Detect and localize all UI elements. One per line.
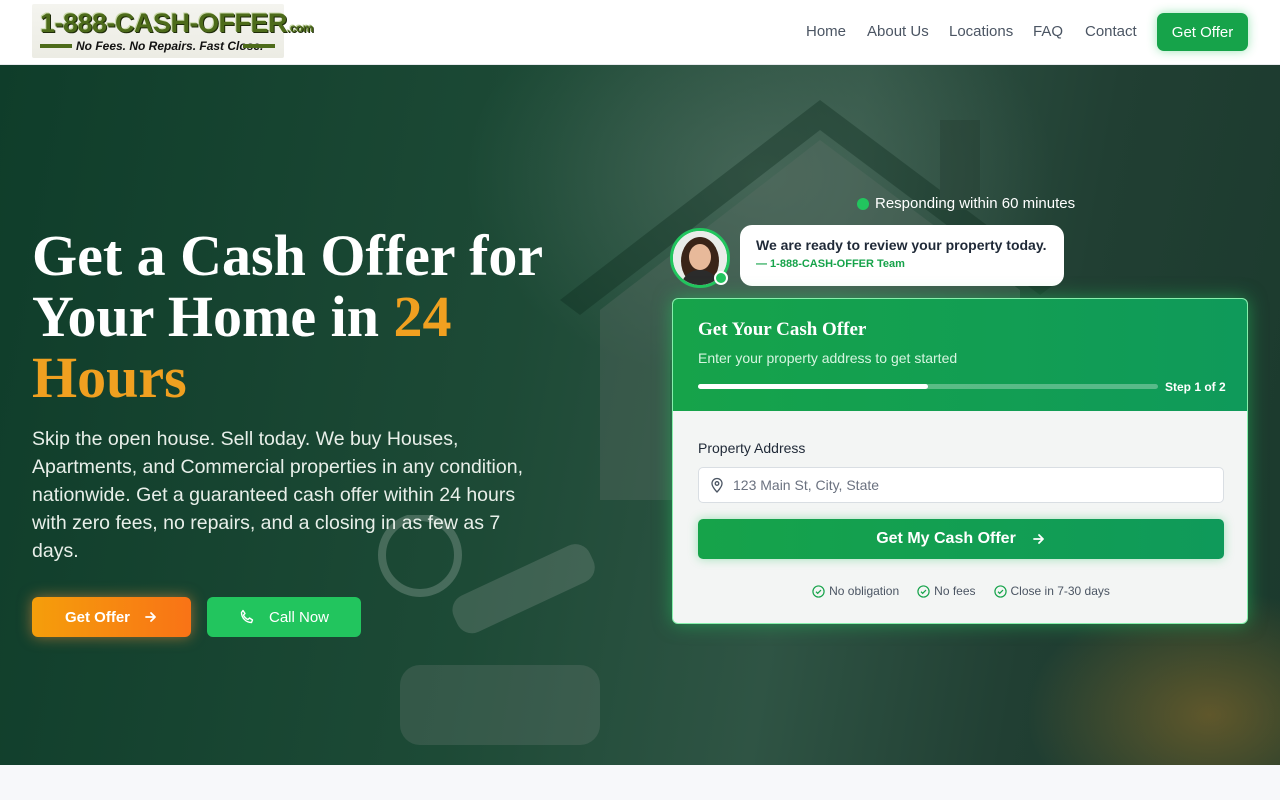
submit-label: Get My Cash Offer [876, 530, 1016, 547]
address-input[interactable] [733, 477, 1203, 493]
nav-link-about-us[interactable]: About Us [867, 23, 929, 40]
hero-title: Get a Cash Offer for Your Home in 24 Hou… [32, 223, 544, 410]
check-circle-icon [812, 584, 825, 598]
response-status-text: Responding within 60 minutes [875, 195, 1076, 212]
form-card-header: Get Your Cash Offer Enter your property … [673, 299, 1247, 411]
logo-wordmark: 1-888-CASH-OFFER.com [40, 8, 314, 38]
check-circle-icon [917, 584, 930, 598]
form-progress-fill [698, 384, 928, 389]
agent-signature: — 1-888-CASH-OFFER Team [756, 258, 905, 270]
perk-no-obligation: No obligation [812, 584, 899, 598]
form-subtitle: Enter your property address to get start… [698, 350, 958, 366]
arrow-right-icon [1032, 534, 1044, 544]
top-navbar: 1-888-CASH-OFFER.com No Fees. No Repairs… [0, 0, 1280, 65]
response-status: Responding within 60 minutes [857, 195, 1075, 212]
next-section-edge [0, 765, 1280, 800]
form-progress-bar [698, 384, 1158, 389]
form-title: Get Your Cash Offer [698, 319, 867, 340]
address-field[interactable] [698, 467, 1224, 503]
online-status-dot [857, 197, 869, 210]
logo-bar-left [40, 44, 72, 48]
nav-link-contact[interactable]: Contact [1085, 23, 1137, 40]
get-my-cash-offer-button[interactable]: Get My Cash Offer [698, 519, 1224, 559]
agent-online-indicator [714, 271, 728, 285]
nav-link-home[interactable]: Home [806, 23, 846, 40]
hero-title-highlight: 24 [393, 284, 452, 349]
site-logo[interactable]: 1-888-CASH-OFFER.com No Fees. No Repairs… [32, 4, 314, 58]
nav-link-locations[interactable]: Locations [949, 23, 1013, 40]
phone-icon [240, 609, 254, 624]
hero-get-offer-button[interactable]: Get Offer [32, 597, 191, 637]
perk-close-timeline: Close in 7-30 days [993, 584, 1110, 598]
logo-bar-right [243, 44, 275, 48]
agent-message: We are ready to review your property tod… [756, 237, 1047, 253]
hero-section: Get a Cash Offer for Your Home in 24 Hou… [0, 65, 1280, 765]
check-circle-icon [993, 584, 1007, 598]
agent-message-bubble: We are ready to review your property tod… [740, 225, 1064, 286]
perk-no-fees: No fees [917, 584, 976, 598]
address-label: Property Address [698, 440, 806, 456]
arrow-right-icon [145, 612, 156, 622]
map-pin-icon [711, 477, 723, 493]
hero-get-offer-label: Get Offer [64, 608, 130, 626]
hero-call-now-label: Call Now [268, 608, 329, 626]
form-step-label: Step 1 of 2 [1165, 380, 1226, 394]
nav-get-offer-button[interactable]: Get Offer [1157, 13, 1248, 51]
hero-subtitle: Skip the open house. Sell today. We buy … [32, 428, 523, 562]
cash-offer-form-card: Get Your Cash Offer Enter your property … [672, 298, 1248, 624]
form-perks: No obligation No fees Close in 7-30 days [673, 584, 1247, 598]
logo-tagline: No Fees. No Repairs. Fast Close. [76, 39, 264, 53]
hero-call-now-button[interactable]: Call Now [207, 597, 361, 637]
nav-link-faq[interactable]: FAQ [1033, 23, 1063, 40]
